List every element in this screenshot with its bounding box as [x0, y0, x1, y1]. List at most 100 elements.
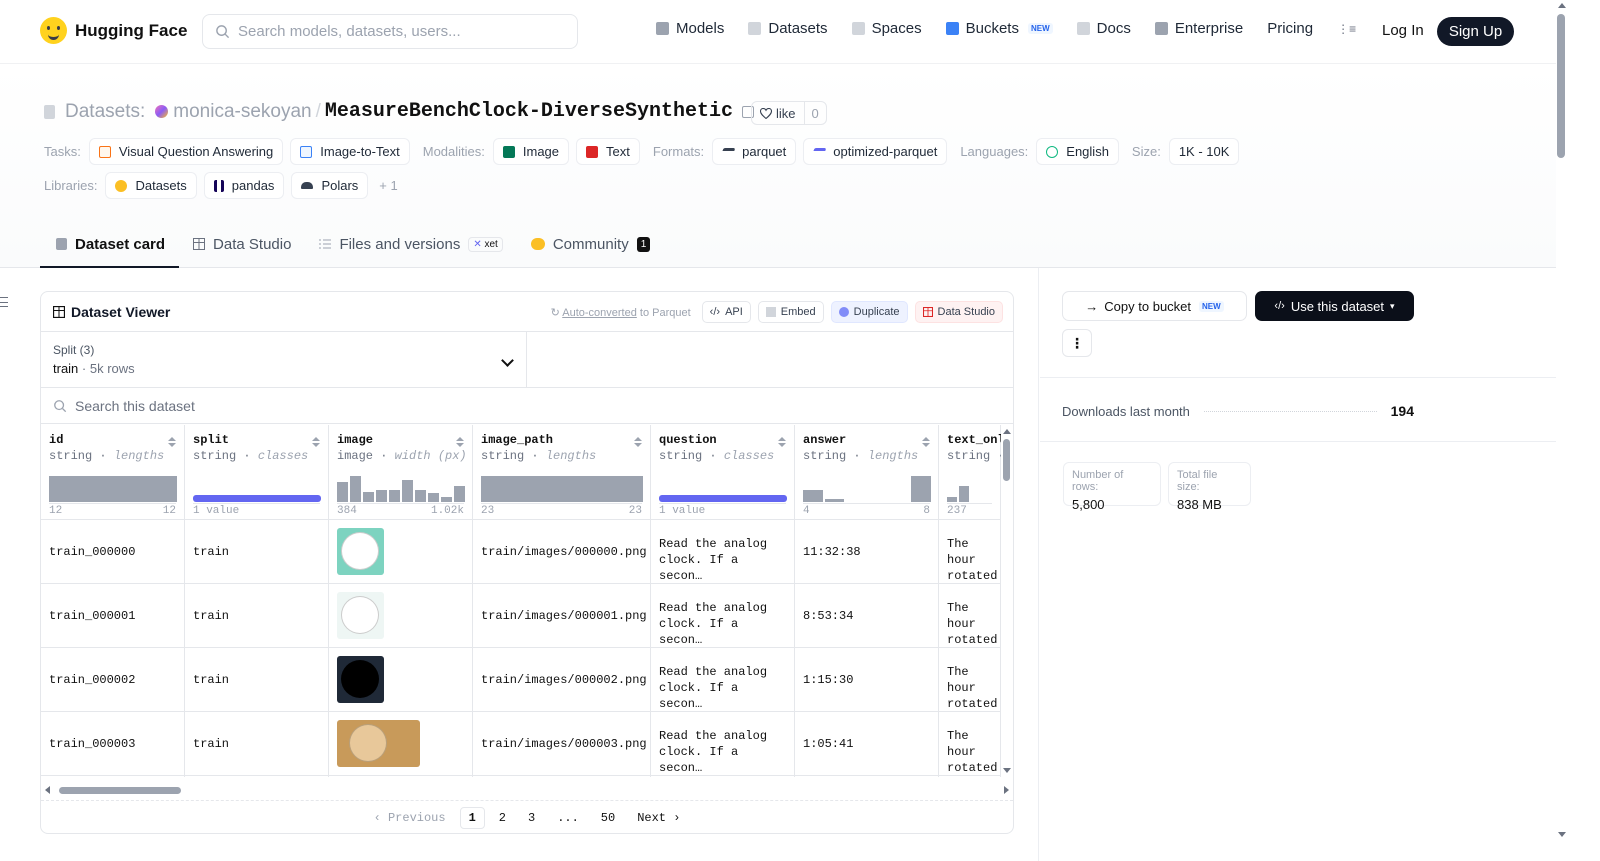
embed-button[interactable]: Embed [757, 301, 824, 323]
page-50[interactable]: 50 [593, 808, 623, 828]
cell-thumb[interactable] [329, 520, 473, 584]
global-search[interactable] [202, 14, 578, 49]
cell-image_path[interactable]: train/images/000002.png [473, 648, 651, 712]
nav-enterprise[interactable]: Enterprise [1154, 20, 1243, 37]
column-header-split[interactable]: split string · classes 1 value [185, 425, 329, 520]
sort-icon[interactable] [456, 437, 464, 447]
tag-image[interactable]: Image [492, 138, 570, 165]
tab-data-studio[interactable]: Data Studio [179, 222, 305, 266]
tag-image-to-text[interactable]: Image-to-Text [290, 138, 410, 165]
tag-text[interactable]: Text [576, 138, 640, 165]
sort-icon[interactable] [168, 437, 176, 447]
more-menu-icon[interactable]: ⋮≡ [1337, 22, 1356, 36]
page-1[interactable]: 1 [459, 806, 485, 829]
like-button[interactable]: like 0 [751, 101, 827, 125]
tab-files-and-versions[interactable]: Files and versions ✕ xet [305, 222, 516, 266]
sort-icon[interactable] [634, 437, 642, 447]
cell-split[interactable]: train [185, 520, 329, 584]
cell-thumb[interactable] [329, 712, 473, 776]
cell-split[interactable]: train [185, 648, 329, 712]
nav-models[interactable]: Models [656, 20, 724, 37]
sort-icon[interactable] [312, 437, 320, 447]
cell-thumb[interactable] [329, 648, 473, 712]
sort-icon[interactable] [778, 437, 786, 447]
dataset-search-input[interactable] [75, 397, 675, 414]
cell-text[interactable]: The hour rotated [939, 712, 1001, 776]
nav-pricing[interactable]: Pricing [1267, 20, 1313, 37]
signup-button[interactable]: Sign Up [1437, 17, 1514, 46]
table-horizontal-scrollbar[interactable] [41, 784, 1009, 796]
sort-icon[interactable] [922, 437, 930, 447]
page-3[interactable]: 3 [520, 808, 543, 828]
tab-community[interactable]: Community 1 [517, 222, 664, 266]
cell-answer[interactable]: 1:15:30 [795, 648, 939, 712]
tag-visual-question-answering[interactable]: Visual Question Answering [88, 138, 284, 165]
dataset-search[interactable] [41, 388, 1013, 424]
table-vertical-scrollbar[interactable] [1001, 425, 1013, 777]
more-options-icon[interactable]: ⋮ [1062, 329, 1092, 357]
duplicate-button[interactable]: Duplicate [830, 301, 908, 323]
tag-pandas[interactable]: pandas [203, 172, 285, 199]
nav-docs[interactable]: Docs [1076, 20, 1131, 37]
cell-question[interactable]: Read the analog clock. If a secon… [651, 648, 795, 712]
cell-question[interactable]: Read the analog clock. If a secon… [651, 584, 795, 648]
tab-dataset-card[interactable]: Dataset card [40, 222, 180, 268]
page-scrollbar[interactable] [1556, 0, 1568, 861]
tag-datasets-library[interactable]: Datasets [105, 172, 197, 199]
data-studio-button[interactable]: Data Studio [914, 301, 1003, 323]
nav-datasets[interactable]: Datasets [748, 20, 828, 37]
cell-answer[interactable]: 11:32:38 [795, 520, 939, 584]
column-header-image_path[interactable]: image_path string · lengths 23 23 [473, 425, 651, 520]
clock-thumbnail[interactable] [337, 528, 384, 575]
auto-converted-link[interactable]: Auto-converted [562, 307, 637, 319]
tag-size[interactable]: 1K - 10K [1168, 138, 1240, 165]
column-header-answer[interactable]: answer string · lengths 4 8 [795, 425, 939, 520]
column-header-id[interactable]: id string · lengths 12 12 [41, 425, 185, 520]
column-header-image[interactable]: image image · width (px) 384 1.02k [329, 425, 473, 520]
nav-spaces[interactable]: Spaces [851, 20, 922, 37]
tag-polars[interactable]: Polars [291, 172, 369, 199]
section-label[interactable]: Datasets: [65, 101, 145, 123]
cell-image_path[interactable]: train/images/000001.png [473, 584, 651, 648]
page-2[interactable]: 2 [491, 808, 514, 828]
owner-link[interactable]: monica-sekoyan [173, 101, 311, 123]
cell-image_path[interactable]: train/images/000003.png [473, 712, 651, 776]
previous-page[interactable]: ‹ Previous [366, 808, 454, 828]
cell-split[interactable]: train [185, 584, 329, 648]
cell-question[interactable]: Read the analog clock. If a secon… [651, 520, 795, 584]
clock-thumbnail[interactable] [337, 592, 384, 639]
use-this-dataset-button[interactable]: ‹/› Use this dataset ▾ [1255, 291, 1414, 321]
cell-thumb[interactable] [329, 584, 473, 648]
cell-answer[interactable]: 1:05:41 [795, 712, 939, 776]
cell-id[interactable]: train_000003 [41, 712, 185, 776]
cell-text[interactable]: The hour rotated [939, 520, 1001, 584]
sidebar-toggle-icon[interactable] [0, 297, 8, 307]
cell-split[interactable]: train [185, 712, 329, 776]
sidebar-separator [1040, 441, 1556, 442]
more-libraries[interactable]: + 1 [379, 178, 397, 193]
login-link[interactable]: Log In [1382, 22, 1424, 39]
tag-parquet[interactable]: parquet [712, 138, 797, 165]
cell-question[interactable]: Read the analog clock. If a secon… [651, 712, 795, 776]
global-search-input[interactable] [238, 23, 558, 40]
clock-thumbnail[interactable] [337, 720, 420, 767]
cell-id[interactable]: train_000000 [41, 520, 185, 584]
split-selector[interactable]: Split (3) train · 5k rows [41, 332, 527, 387]
clock-thumbnail[interactable] [337, 656, 384, 703]
tag-optimized-parquet[interactable]: optimized-parquet [803, 138, 948, 165]
api-button[interactable]: ‹/› API [701, 301, 751, 323]
cell-answer[interactable]: 8:53:34 [795, 584, 939, 648]
cell-id[interactable]: train_000002 [41, 648, 185, 712]
hf-logo[interactable]: Hugging Face [40, 17, 187, 44]
cell-text[interactable]: The hour rotated [939, 584, 1001, 648]
cell-text[interactable]: The hour rotated [939, 648, 1001, 712]
nav-buckets[interactable]: Buckets NEW [945, 20, 1053, 37]
cell-id[interactable]: train_000001 [41, 584, 185, 648]
copy-to-bucket-button[interactable]: → Copy to bucket NEW [1062, 291, 1247, 321]
column-header-text_only[interactable]: text_onlystring · lengths237 [939, 425, 1001, 520]
tag-english[interactable]: English [1036, 138, 1119, 165]
repo-name[interactable]: MeasureBenchClock-DiverseSynthetic [325, 100, 733, 123]
column-header-question[interactable]: question string · classes 1 value [651, 425, 795, 520]
cell-image_path[interactable]: train/images/000000.png [473, 520, 651, 584]
next-page[interactable]: Next › [629, 808, 688, 828]
